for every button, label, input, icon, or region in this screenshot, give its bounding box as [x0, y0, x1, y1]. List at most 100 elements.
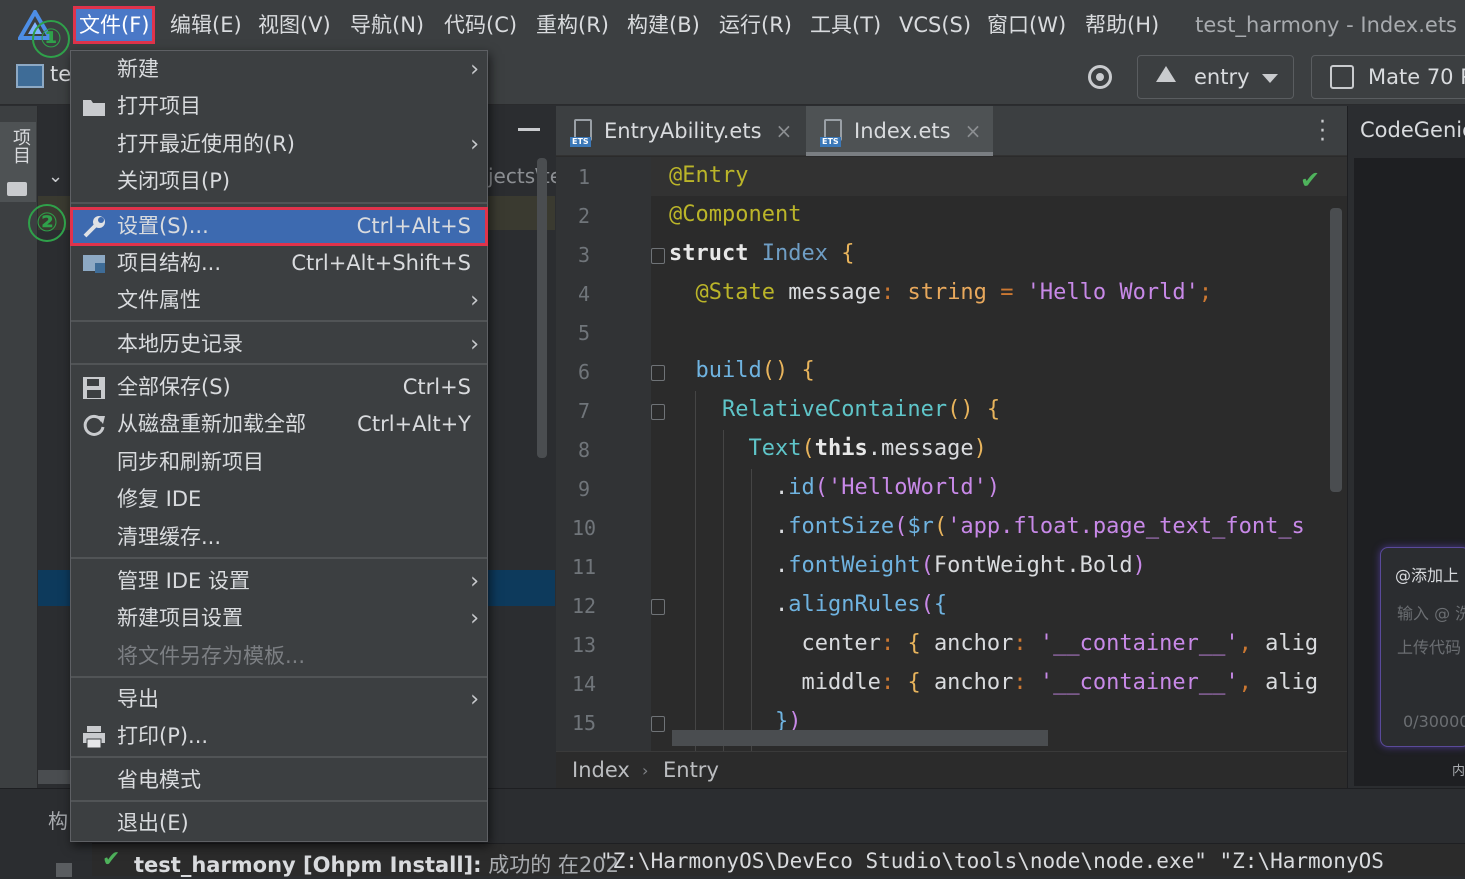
horizontal-scrollbar[interactable] [672, 730, 1048, 746]
menu-edit[interactable]: 编辑(E) [170, 8, 242, 42]
more-options-icon[interactable]: · · · [1319, 112, 1326, 152]
chevron-right-icon: › [470, 606, 479, 631]
tab-entryability[interactable]: ETS EntryAbility.ets × [570, 106, 810, 156]
menu-item-reload-all[interactable]: 从磁盘重新加载全部 Ctrl+Alt+Y [71, 406, 487, 443]
menu-separator [71, 756, 487, 758]
menu-item-sync-refresh[interactable]: 同步和刷新项目 [71, 444, 487, 481]
close-icon[interactable]: × [776, 119, 793, 143]
tab-label: Index.ets [854, 119, 951, 143]
breadcrumb-item[interactable]: Index [572, 752, 630, 789]
menu-item-new[interactable]: 新建 › [71, 51, 487, 88]
menu-item-export[interactable]: 导出 › [71, 681, 487, 718]
project-tool-label: 项目 [10, 128, 31, 164]
menu-separator [71, 320, 487, 322]
code-line: .id('HelloWorld') [774, 475, 1001, 500]
target-icon[interactable] [1088, 65, 1112, 89]
fold-icon[interactable] [651, 716, 665, 732]
window-title: test_harmony - Index.ets [1195, 13, 1457, 37]
project-window-icon[interactable] [16, 64, 44, 88]
device-selector[interactable]: Mate 70 P [1311, 55, 1465, 99]
step-marker-2: ② [28, 204, 66, 242]
close-icon[interactable]: × [965, 119, 982, 143]
folder-open-icon [81, 94, 107, 120]
menu-item-manage-ide-settings[interactable]: 管理 IDE 设置 › [71, 563, 487, 600]
line-number: 4 [577, 282, 591, 306]
menu-separator [71, 557, 487, 559]
console-output: "Z:\HarmonyOS\DevEco Studio\tools\node\n… [600, 849, 1384, 873]
collapse-chevron-icon[interactable]: ⌄ [48, 166, 63, 187]
vertical-scrollbar[interactable] [1330, 208, 1342, 492]
step-marker-1: ① [32, 20, 70, 58]
fold-icon[interactable] [651, 365, 665, 381]
chevron-right-icon: › [470, 332, 479, 357]
line-number: 8 [577, 438, 591, 462]
breadcrumb-item[interactable]: Entry [663, 752, 719, 789]
line-number: 12 [571, 594, 597, 618]
menu-item-new-project-settings[interactable]: 新建项目设置 › [71, 600, 487, 637]
codegenie-tab[interactable]: CodeGenie [1360, 118, 1465, 142]
menu-item-power-save[interactable]: 省电模式 [71, 762, 487, 799]
device-selector-label: Mate 70 P [1368, 65, 1465, 89]
fold-icon[interactable] [651, 404, 665, 420]
menu-run[interactable]: 运行(R) [719, 8, 792, 42]
success-check-icon: ✔ [102, 847, 121, 872]
wrench-icon [81, 214, 107, 240]
panel-footer-text: 内 [1452, 764, 1465, 779]
menu-item-file-properties[interactable]: 文件属性 › [71, 282, 487, 319]
chat-input-box[interactable]: @添加上 输入 @ 洗 上传代码 0/30000 [1380, 547, 1465, 747]
code-line: middle: { anchor: '__container__', alig [801, 670, 1319, 695]
menu-item-exit[interactable]: 退出(E) [71, 805, 487, 842]
menu-navigate[interactable]: 导航(N) [350, 8, 424, 42]
menu-vcs[interactable]: VCS(S) [899, 8, 971, 42]
project-tool-button[interactable]: 项目 [0, 122, 36, 202]
menu-refactor[interactable]: 重构(R) [536, 8, 609, 42]
current-line-highlight [651, 157, 1347, 196]
editor-tabs: ETS EntryAbility.ets × ETS Index.ets × · · · [556, 106, 1347, 156]
menu-item-save-all[interactable]: 全部保存(S) Ctrl+S [71, 369, 487, 406]
print-icon [81, 724, 107, 750]
code-line: @Entry [669, 163, 749, 188]
line-number: 13 [571, 633, 597, 657]
tab-index[interactable]: ETS Index.ets × [806, 106, 993, 156]
build-status-title: test_harmony [Ohpm Install]: [134, 853, 482, 877]
horizontal-scrollbar[interactable] [38, 770, 73, 784]
menu-item-invalidate-caches[interactable]: 清理缓存... [71, 519, 487, 556]
menu-tools[interactable]: 工具(T) [810, 8, 881, 42]
fold-icon[interactable] [651, 248, 665, 264]
minimize-button[interactable] [518, 128, 540, 131]
menu-separator [71, 202, 487, 204]
project-scrollbar[interactable] [537, 158, 547, 458]
reload-icon [81, 412, 107, 438]
module-selector[interactable]: entry [1137, 55, 1294, 99]
tab-label: EntryAbility.ets [604, 119, 762, 143]
menu-item-repair-ide[interactable]: 修复 IDE [71, 481, 487, 518]
chevron-right-icon: › [470, 132, 479, 157]
code-line: RelativeContainer() { [721, 397, 1001, 422]
menu-item-close-project[interactable]: 关闭项目(P) [71, 163, 487, 200]
menu-item-open-recent[interactable]: 打开最近使用的(R) › [71, 126, 487, 163]
menu-item-open-project[interactable]: 打开项目 [71, 88, 487, 125]
menu-window[interactable]: 窗口(W) [987, 8, 1066, 42]
upload-hint: 上传代码 [1397, 638, 1462, 657]
code-line: struct Index { [669, 241, 855, 266]
menu-item-settings[interactable]: 设置(S)... Ctrl+Alt+S [70, 207, 488, 246]
menu-item-print[interactable]: 打印(P)... [71, 718, 487, 755]
build-tool-label[interactable]: 构 [48, 805, 68, 834]
menu-code[interactable]: 代码(C) [444, 8, 517, 42]
project-name[interactable]: te [50, 62, 71, 86]
menu-help[interactable]: 帮助(H) [1085, 8, 1159, 42]
menu-build[interactable]: 构建(B) [627, 8, 700, 42]
check-icon[interactable]: ✔ [1300, 166, 1320, 194]
add-context-button[interactable]: @添加上 [1395, 562, 1459, 586]
menu-file[interactable]: 文件(F) [72, 6, 156, 44]
line-number: 10 [571, 516, 597, 540]
module-icon [1156, 66, 1176, 82]
menu-separator [71, 676, 487, 678]
line-number: 14 [571, 672, 597, 696]
menu-item-project-structure[interactable]: 项目结构... Ctrl+Alt+Shift+S [71, 245, 487, 282]
fold-icon[interactable] [651, 599, 665, 615]
line-number: 2 [577, 204, 591, 228]
menu-view[interactable]: 视图(V) [258, 8, 331, 42]
char-counter: 0/30000 [1403, 712, 1465, 731]
menu-item-local-history[interactable]: 本地历史记录 › [71, 326, 487, 363]
